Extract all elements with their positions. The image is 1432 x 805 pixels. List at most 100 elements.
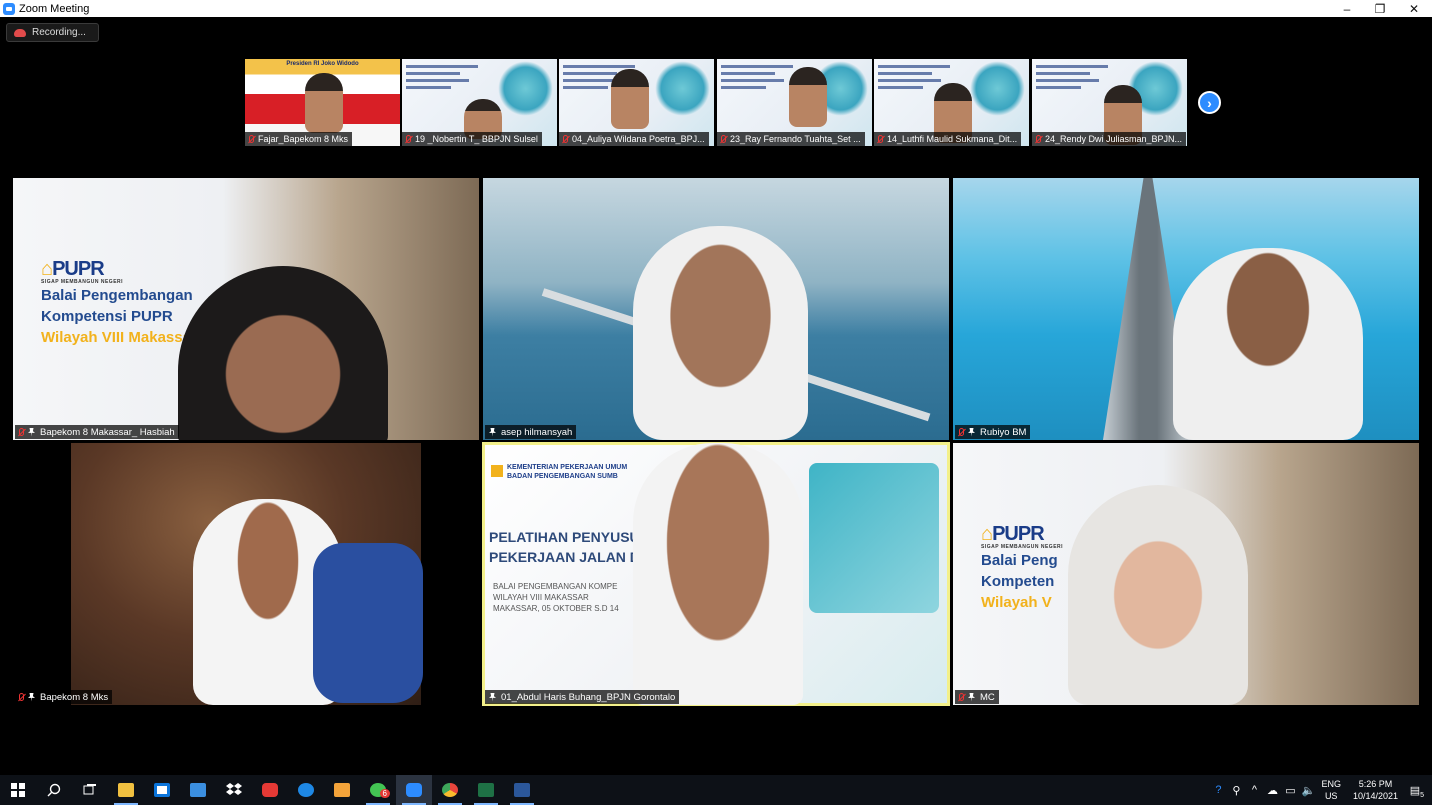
search-icon[interactable] xyxy=(36,775,72,805)
slide-illustration xyxy=(809,463,939,613)
pin-icon xyxy=(968,427,975,437)
recording-label: Recording... xyxy=(32,27,86,38)
video-tile[interactable]: Bapekom 8 Mks xyxy=(13,443,479,705)
minimize-button[interactable]: – xyxy=(1330,0,1364,17)
title-bar: Zoom Meeting xyxy=(0,0,1432,17)
slide-header: KEMENTERIAN PEKERJAAN UMUM BADAN PENGEMBA… xyxy=(507,464,628,480)
pin-icon xyxy=(28,692,35,702)
word-icon[interactable] xyxy=(504,775,540,805)
mic-muted-icon xyxy=(1036,135,1041,143)
pin-icon xyxy=(28,427,35,437)
tile-name-label: MC xyxy=(955,690,999,704)
whatsapp-badge: 6 xyxy=(379,789,390,798)
thumbnail-name: Fajar_Bapekom 8 Mks xyxy=(245,132,353,146)
notifications-icon[interactable]: ▤ 5 xyxy=(1406,784,1424,799)
pupr-logo: ⌂PUPR xyxy=(981,523,1045,545)
mic-muted-icon xyxy=(406,135,411,143)
input-language[interactable]: ENG US xyxy=(1321,778,1341,802)
video-tile[interactable]: ⌂PUPR SIGAP MEMBANGUN NEGERI Balai Peng … xyxy=(953,443,1419,705)
slide-art xyxy=(498,61,553,116)
notification-count: 5 xyxy=(1420,791,1424,799)
mic-muted-icon xyxy=(19,693,24,701)
chrome-icon[interactable] xyxy=(432,775,468,805)
participant-face xyxy=(789,67,827,127)
ministry-logo-icon xyxy=(491,465,503,477)
thumbnail-name: 19 _Nobertin T_ BBPJN Sulsel xyxy=(402,132,542,146)
tile-name-label: asep hilmansyah xyxy=(485,425,577,439)
video-tile[interactable]: Rubiyo BM xyxy=(953,178,1419,440)
video-tile[interactable]: ⌂PUPR SIGAP MEMBANGUN NEGERI Balai Penge… xyxy=(13,178,479,440)
slide-title: PELATIHAN PENYUSU PEKERJAAN JALAN D xyxy=(489,529,640,565)
excel-icon[interactable] xyxy=(468,775,504,805)
mic-muted-icon xyxy=(959,428,964,436)
tile-name-label: 01_Abdul Haris Buhang_BPJN Gorontalo xyxy=(485,690,680,704)
system-tray: ? ⚲ ^ ☁ ▭ 🔈 ENG US 5:26 PM 10/14/2021 ▤ 5 xyxy=(1209,775,1432,805)
video-tile-active-speaker[interactable]: KEMENTERIAN PEKERJAAN UMUM BADAN PENGEMBA… xyxy=(482,442,950,706)
file-explorer-icon[interactable] xyxy=(108,775,144,805)
slide-line: Kompetensi PUPR xyxy=(41,308,173,325)
window-title: Zoom Meeting xyxy=(19,2,90,15)
thumbnail-video[interactable]: 14_Luthfi Maulid Sukmana_Dit... xyxy=(874,59,1029,146)
windows-start-icon[interactable] xyxy=(0,775,36,805)
restore-button[interactable]: ❐ xyxy=(1363,0,1397,17)
mic-muted-icon xyxy=(959,693,964,701)
task-view-icon[interactable] xyxy=(72,775,108,805)
slide-line: Wilayah VIII Makassar xyxy=(41,329,197,346)
cloud-icon[interactable]: ☁ xyxy=(1263,784,1281,797)
media-player-icon[interactable] xyxy=(324,775,360,805)
people-icon[interactable]: ⚲ xyxy=(1227,784,1245,797)
participant-face xyxy=(305,73,343,133)
thumbnail-video[interactable]: 19 _Nobertin T_ BBPJN Sulsel xyxy=(402,59,557,146)
thumbnail-name: 23_Ray Fernando Tuahta_Set ... xyxy=(717,132,865,146)
recording-indicator[interactable]: Recording... xyxy=(6,23,99,42)
tile-name-label: Rubiyo BM xyxy=(955,425,1031,439)
participant-face xyxy=(611,69,649,129)
pin-icon xyxy=(968,692,975,702)
pupr-logo: ⌂PUPR xyxy=(41,258,105,280)
mic-muted-icon xyxy=(721,135,726,143)
mic-muted-icon xyxy=(878,135,883,143)
background-object xyxy=(313,543,423,703)
pin-icon xyxy=(489,427,496,437)
thumbnail-video[interactable]: Presiden RI Joko Widodo Fajar_Bapekom 8 … xyxy=(245,59,400,146)
zoom-icon[interactable] xyxy=(396,775,432,805)
red-app-icon[interactable] xyxy=(252,775,288,805)
slide-line: Wilayah V xyxy=(981,594,1052,611)
thumbnail-video[interactable]: 04_Auliya Wildana Poetra_BPJ... xyxy=(559,59,714,146)
pin-icon xyxy=(489,692,496,702)
volume-icon[interactable]: 🔈 xyxy=(1299,784,1317,797)
network-icon[interactable]: ▭ xyxy=(1281,784,1299,797)
participant-video xyxy=(633,443,803,705)
participant-video xyxy=(633,226,808,440)
dropbox-icon[interactable] xyxy=(216,775,252,805)
video-tile[interactable]: asep hilmansyah xyxy=(483,178,949,440)
pupr-slide: ⌂PUPR SIGAP MEMBANGUN NEGERI Balai Peng … xyxy=(981,523,1063,613)
zoom-app-icon xyxy=(3,2,15,15)
help-icon[interactable]: ? xyxy=(1209,784,1227,796)
participant-video xyxy=(1068,485,1248,705)
slide-line: Kompeten xyxy=(981,573,1055,590)
next-page-chevron-icon[interactable]: › xyxy=(1198,91,1221,114)
store-icon[interactable] xyxy=(144,775,180,805)
slide-art xyxy=(655,61,710,116)
thumbnail-video[interactable]: 23_Ray Fernando Tuahta_Set ... xyxy=(717,59,872,146)
whatsapp-icon[interactable]: 6 xyxy=(360,775,396,805)
close-button[interactable]: ✕ xyxy=(1397,0,1431,17)
tile-name-label: Bapekom 8 Mks xyxy=(15,690,113,704)
mic-muted-icon xyxy=(563,135,568,143)
thumbnail-name: 24_Rendy Dwi Juliasman_BPJN... xyxy=(1032,132,1187,146)
clock[interactable]: 5:26 PM 10/14/2021 xyxy=(1353,778,1398,802)
slide-line: Balai Pengembangan xyxy=(41,287,193,304)
thumbnail-name: 14_Luthfi Maulid Sukmana_Dit... xyxy=(874,132,1022,146)
thumbnail-banner: Presiden RI Joko Widodo xyxy=(286,61,359,67)
windows-taskbar: 6 ? ⚲ ^ ☁ ▭ 🔈 ENG US 5:26 PM 10/14/2021 ▤ 5 xyxy=(0,775,1432,805)
tile-name-label: Bapekom 8 Makassar_ Hasbiah xyxy=(15,425,179,439)
thumbnail-video[interactable]: 24_Rendy Dwi Juliasman_BPJN... xyxy=(1032,59,1187,146)
cloud-record-icon xyxy=(14,28,26,37)
slide-subtitle: BALAI PENGEMBANGAN KOMPE WILAYAH VIII MAK… xyxy=(493,582,619,613)
chevron-up-icon[interactable]: ^ xyxy=(1245,784,1263,796)
pupr-slide: ⌂PUPR SIGAP MEMBANGUN NEGERI Balai Penge… xyxy=(41,258,197,348)
slide-art xyxy=(970,61,1025,116)
edge-icon[interactable] xyxy=(288,775,324,805)
mail-icon[interactable] xyxy=(180,775,216,805)
